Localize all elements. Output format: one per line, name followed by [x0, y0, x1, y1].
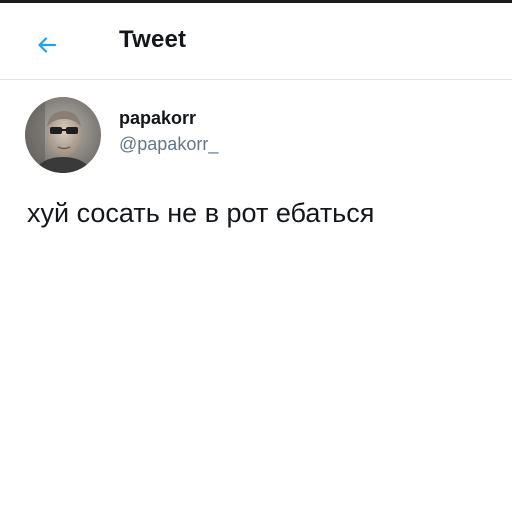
back-button[interactable] — [27, 25, 67, 65]
arrow-left-icon — [38, 37, 57, 53]
avatar-photo — [25, 97, 101, 173]
header-bar: Tweet — [0, 3, 512, 80]
avatar[interactable] — [25, 97, 101, 173]
page-title: Tweet — [119, 26, 187, 53]
author-display-name[interactable]: papakorr — [119, 108, 196, 129]
tweet-page: Tweet papakorr @papakorr_ хуй сосать не … — [0, 0, 512, 512]
author-handle[interactable]: @papakorr_ — [119, 134, 218, 155]
tweet-text: хуй сосать не в рот ебаться — [27, 198, 375, 228]
